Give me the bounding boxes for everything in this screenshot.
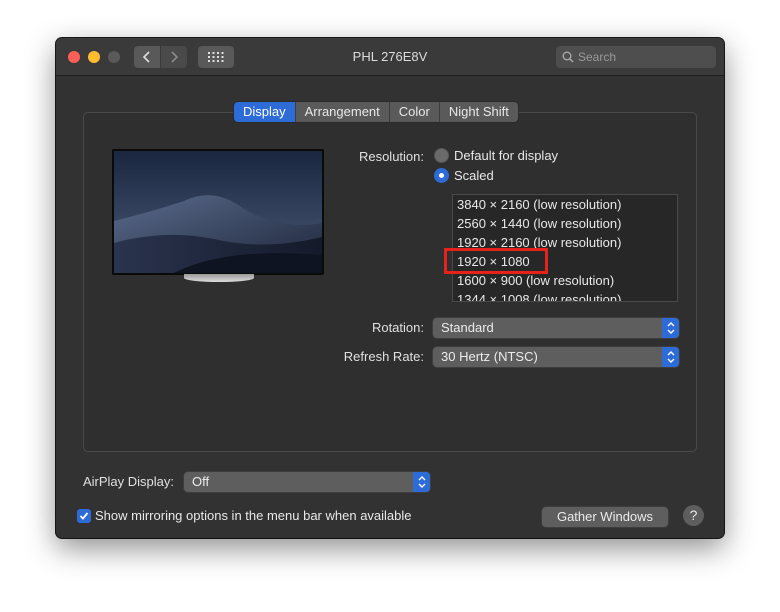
checkmark-icon (79, 511, 89, 520)
search-field[interactable] (556, 46, 716, 68)
radio-label: Default for display (454, 148, 559, 163)
rotation-select[interactable]: Standard (433, 318, 679, 338)
radio-default-for-display[interactable]: Default for display (434, 148, 558, 163)
resolution-label: Resolution: (358, 149, 424, 164)
search-input[interactable] (578, 50, 708, 64)
tab-bar: Display Arrangement Color Night Shift (234, 102, 518, 122)
title-bar: PHL 276E8V (56, 38, 724, 76)
airplay-display-label: AirPlay Display: (82, 474, 174, 489)
radio-label: Scaled (454, 168, 494, 183)
search-icon (562, 51, 574, 63)
tab-arrangement[interactable]: Arrangement (295, 102, 390, 122)
monitor-stand (184, 274, 254, 282)
mirroring-label: Show mirroring options in the menu bar w… (95, 508, 412, 523)
tab-night-shift[interactable]: Night Shift (439, 102, 518, 122)
display-preview (112, 149, 324, 275)
rotation-label: Rotation: (371, 320, 424, 335)
radio-button[interactable] (434, 148, 449, 163)
resolution-option[interactable]: 3840 × 2160 (low resolution) (453, 195, 677, 214)
radio-scaled[interactable]: Scaled (434, 168, 494, 183)
mirroring-checkbox[interactable] (77, 508, 91, 523)
airplay-display-select[interactable]: Off (184, 472, 430, 492)
refresh-rate-select[interactable]: 30 Hertz (NTSC) (433, 347, 679, 367)
display-preferences-window: PHL 276E8V Display Arrangement Color Nig… (56, 38, 724, 538)
gather-windows-button[interactable]: Gather Windows (542, 507, 668, 527)
refresh-rate-label: Refresh Rate: (343, 349, 424, 364)
tab-display[interactable]: Display (234, 102, 296, 122)
help-button[interactable]: ? (683, 505, 704, 526)
mirroring-option[interactable]: Show mirroring options in the menu bar w… (77, 508, 412, 523)
tab-color[interactable]: Color (389, 102, 440, 122)
desktop-wallpaper-image (114, 151, 322, 273)
highlight-box (444, 248, 548, 274)
select-arrows-icon (413, 472, 430, 492)
resolution-option[interactable]: 2560 × 1440 (low resolution) (453, 214, 677, 233)
refresh-rate-value: 30 Hertz (NTSC) (441, 349, 538, 364)
airplay-value: Off (192, 474, 210, 489)
resolution-option[interactable]: 1344 × 1008 (low resolution) (453, 290, 677, 301)
radio-button-selected[interactable] (434, 168, 449, 183)
rotation-value: Standard (441, 320, 494, 335)
select-arrows-icon (662, 347, 679, 367)
select-arrows-icon (662, 318, 679, 338)
